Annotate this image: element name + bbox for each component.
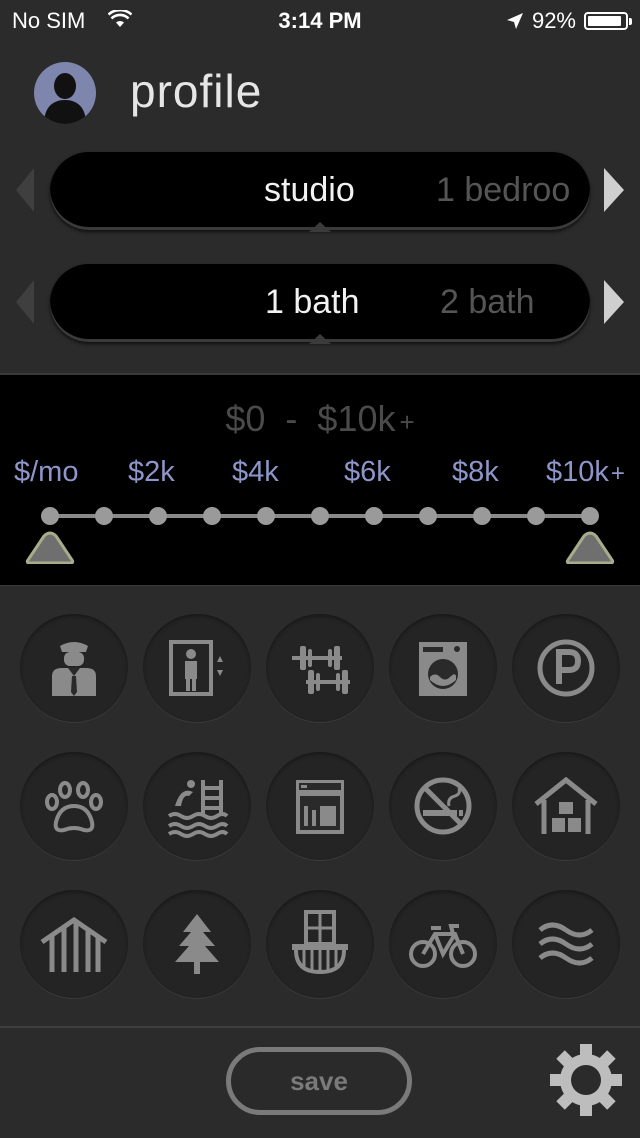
amenity-storage[interactable]	[512, 752, 620, 860]
waves-icon	[538, 922, 594, 966]
doorman-icon	[52, 642, 96, 696]
amenity-doorman[interactable]	[20, 614, 128, 722]
tick-label-6k: $6k	[344, 456, 391, 488]
price-slider-stop[interactable]	[473, 507, 491, 525]
amenity-bike-storage[interactable]	[389, 890, 497, 998]
pool-icon	[167, 780, 229, 838]
amenity-parking[interactable]	[512, 614, 620, 722]
price-slider-stop[interactable]	[41, 507, 59, 525]
tick-label-mo: $/mo	[14, 456, 79, 488]
amenity-waterfront[interactable]	[512, 890, 620, 998]
bath-next-arrow[interactable]	[604, 280, 624, 324]
user-silhouette-icon	[44, 73, 86, 124]
bath-picker[interactable]: 1 bath 2 bath	[50, 264, 590, 342]
page-title: profile	[130, 65, 263, 117]
price-min: $0	[225, 398, 266, 439]
tick-label-10k: $10k+	[546, 456, 625, 489]
tick-label-8k: $8k	[452, 456, 499, 488]
battery-icon	[584, 12, 632, 30]
bedroom-next-option[interactable]: 1 bedroo	[436, 171, 570, 210]
amenity-outdoor-space[interactable]	[20, 890, 128, 998]
tree-icon	[175, 914, 219, 974]
status-bar: No SIM 3:14 PM 92%	[0, 0, 640, 40]
gym-icon	[292, 646, 350, 694]
bedroom-next-arrow[interactable]	[604, 168, 624, 212]
bath-selected[interactable]: 1 bath	[265, 283, 360, 322]
gear-icon[interactable]	[548, 1042, 624, 1118]
bath-next-option[interactable]: 2 bath	[440, 283, 535, 322]
balcony-icon	[292, 910, 348, 975]
price-max-plus: +	[399, 407, 415, 437]
paw-icon	[45, 781, 103, 833]
amenity-elevator[interactable]	[143, 614, 251, 722]
price-slider-stop[interactable]	[203, 507, 221, 525]
avatar[interactable]	[34, 62, 96, 124]
price-max: $10k	[317, 398, 396, 439]
location-arrow-icon	[506, 13, 523, 29]
tick-label-plus: +	[610, 460, 625, 487]
amenity-pool[interactable]	[143, 752, 251, 860]
amenity-laundry[interactable]	[389, 614, 497, 722]
price-slider-stop[interactable]	[257, 507, 275, 525]
amenity-park[interactable]	[143, 890, 251, 998]
bicycle-icon	[409, 924, 477, 968]
bedroom-selected[interactable]: studio	[264, 171, 355, 210]
bedroom-prev-arrow[interactable]	[16, 168, 34, 212]
no-smoking-icon	[414, 777, 472, 835]
dishwasher-icon	[296, 780, 344, 834]
price-slider-stop[interactable]	[419, 507, 437, 525]
tick-label-4k: $4k	[232, 456, 279, 488]
amenity-dishwasher[interactable]	[266, 752, 374, 860]
price-min-handle[interactable]	[24, 530, 76, 564]
amenity-balcony[interactable]	[266, 890, 374, 998]
bath-prev-arrow[interactable]	[16, 280, 34, 324]
bedroom-picker-indicator	[309, 222, 331, 232]
storage-icon	[534, 776, 598, 834]
house-frame-icon	[40, 916, 108, 972]
laundry-icon	[419, 642, 467, 696]
bath-picker-indicator	[309, 334, 331, 344]
amenity-pets[interactable]	[20, 752, 128, 860]
price-separator: -	[285, 398, 298, 439]
price-range-readout: $0 - $10k +	[0, 398, 640, 440]
parking-icon	[537, 639, 595, 697]
tick-label-2k: $2k	[128, 456, 175, 488]
price-max-handle[interactable]	[564, 530, 616, 564]
price-slider-stop[interactable]	[365, 507, 383, 525]
amenity-gym[interactable]	[266, 614, 374, 722]
price-slider-stop[interactable]	[527, 507, 545, 525]
elevator-icon	[169, 640, 223, 696]
bedroom-picker[interactable]: studio 1 bedroo	[50, 152, 590, 230]
amenity-no-smoking[interactable]	[389, 752, 497, 860]
price-slider-stop[interactable]	[149, 507, 167, 525]
price-slider-stop[interactable]	[581, 507, 599, 525]
price-slider-stop[interactable]	[311, 507, 329, 525]
tick-label-10k-text: $10k	[546, 456, 609, 488]
status-right: 92%	[506, 8, 632, 34]
save-button[interactable]: save	[226, 1047, 412, 1115]
battery-percent: 92%	[531, 8, 576, 33]
price-slider-stop[interactable]	[95, 507, 113, 525]
